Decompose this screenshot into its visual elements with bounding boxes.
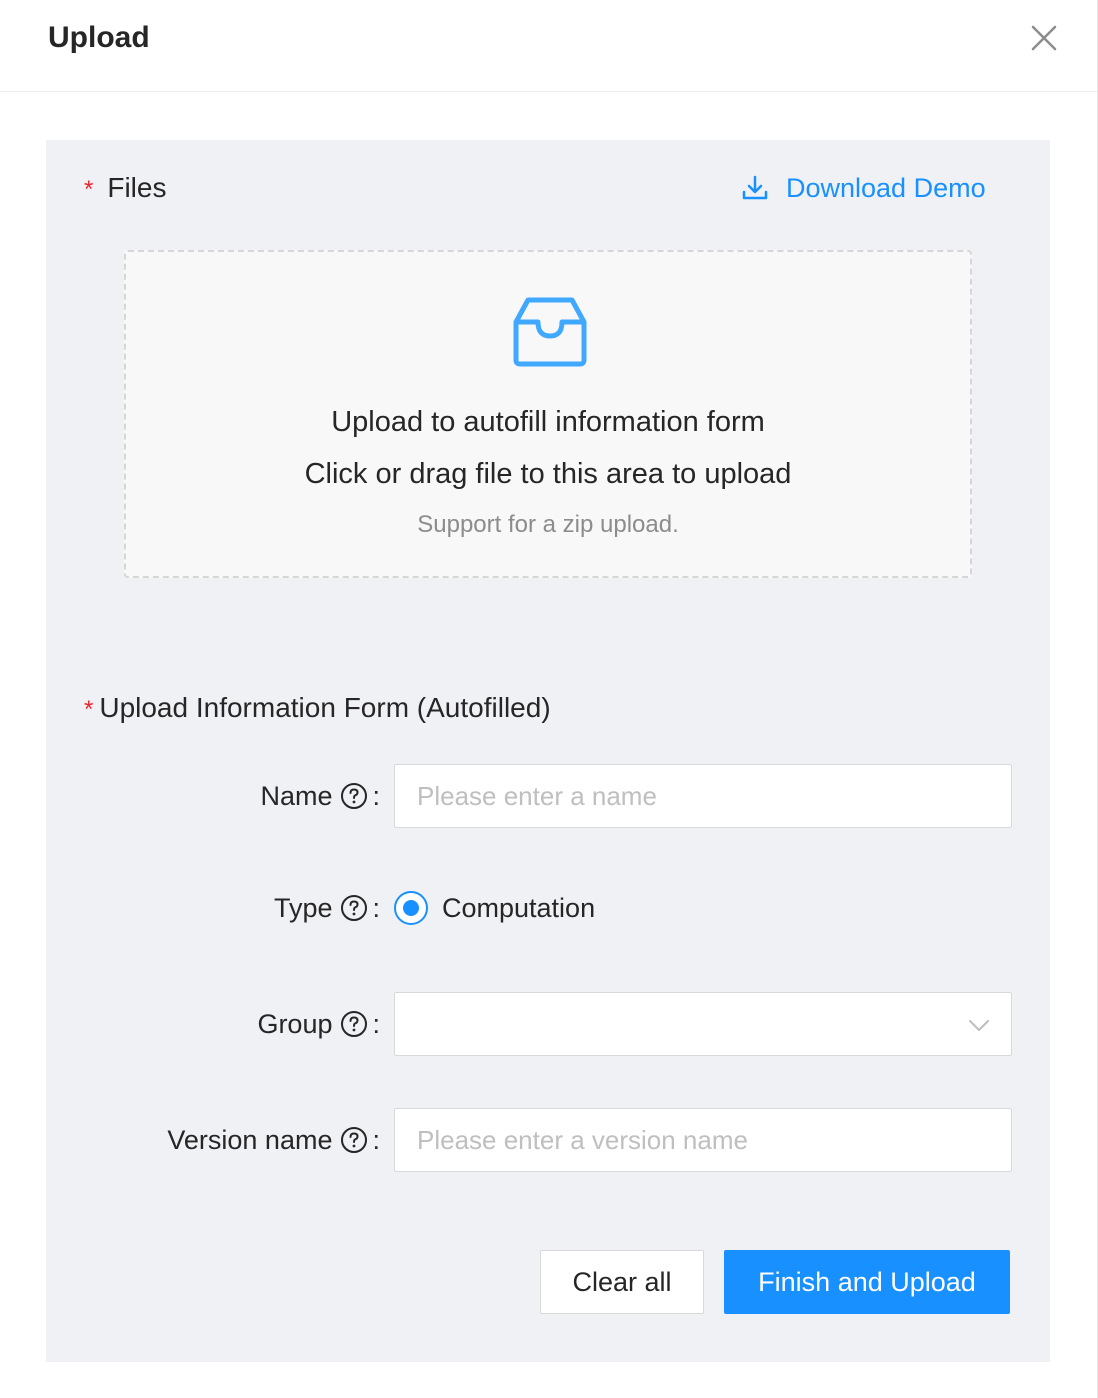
modal-header: Upload (0, 0, 1098, 92)
required-mark: * (84, 176, 94, 203)
group-label-text: Group (257, 1008, 333, 1039)
form-section-title: Upload Information Form (Autofilled) (99, 692, 551, 723)
name-label: Name : (260, 764, 380, 828)
colon: : (372, 1124, 380, 1155)
help-icon[interactable] (340, 894, 368, 922)
colon: : (372, 892, 380, 923)
finish-and-upload-button[interactable]: Finish and Upload (724, 1250, 1010, 1314)
version-label-text: Version name (167, 1124, 333, 1155)
radio-button[interactable] (394, 891, 428, 925)
file-dropzone[interactable]: Upload to autofill information form Clic… (124, 250, 972, 578)
required-mark: * (84, 696, 94, 723)
files-label-text: Files (107, 172, 167, 203)
name-label-text: Name (260, 780, 333, 811)
clear-all-button[interactable]: Clear all (540, 1250, 704, 1314)
type-label: Type : (274, 876, 380, 940)
dropzone-instruction: Click or drag file to this area to uploa… (304, 458, 792, 490)
help-icon[interactable] (340, 1010, 368, 1038)
version-row: Version name : (46, 1108, 1050, 1172)
colon: : (372, 780, 380, 811)
group-label: Group : (257, 992, 380, 1056)
dropzone-hint: Support for a zip upload. (417, 511, 679, 538)
help-icon[interactable] (340, 1126, 368, 1154)
type-radio-computation[interactable]: Computation (394, 876, 595, 940)
files-label: * Files (84, 170, 166, 208)
dropzone-title: Upload to autofill information form (331, 406, 765, 438)
chevron-down-icon (969, 1020, 989, 1031)
download-icon (742, 175, 768, 200)
upload-modal: Upload * Files Download Demo Upload to a… (0, 0, 1098, 1398)
type-label-text: Type (273, 892, 333, 923)
name-row: Name : (46, 764, 1050, 828)
form-section-label: * Upload Information Form (Autofilled) (84, 690, 551, 728)
group-row: Group : (46, 992, 1050, 1056)
radio-dot (403, 900, 419, 916)
modal-title: Upload (48, 21, 150, 54)
help-icon[interactable] (340, 782, 368, 810)
inbox-icon (513, 297, 587, 367)
close-button[interactable] (1024, 18, 1064, 58)
name-input[interactable] (394, 764, 1012, 828)
type-row: Type : Computation (46, 876, 1050, 940)
colon: : (372, 1008, 380, 1039)
close-icon (1031, 25, 1057, 51)
download-demo-link[interactable]: Download Demo (740, 168, 986, 208)
download-demo-label: Download Demo (786, 172, 986, 203)
upload-panel: * Files Download Demo Upload to autofill … (46, 140, 1050, 1362)
group-select[interactable] (394, 992, 1012, 1056)
version-label: Version name : (167, 1108, 380, 1172)
version-name-input[interactable] (394, 1108, 1012, 1172)
radio-label: Computation (442, 892, 596, 923)
